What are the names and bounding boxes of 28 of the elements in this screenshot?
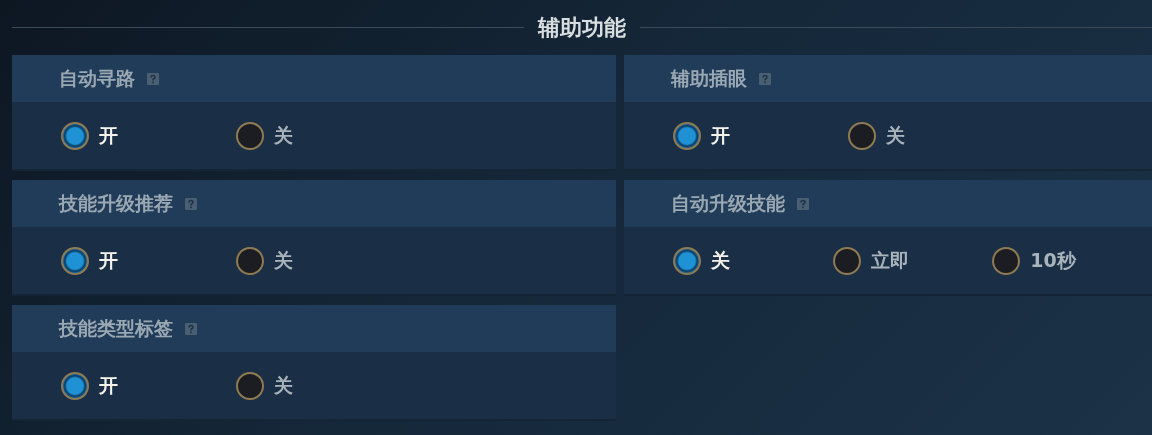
setting-label: 辅助插眼: [671, 66, 747, 92]
radio-button[interactable]: [236, 246, 264, 275]
radio-button[interactable]: [61, 121, 89, 150]
option-label[interactable]: 关: [274, 246, 293, 275]
option-label[interactable]: 开: [99, 371, 118, 400]
option-label[interactable]: 立即: [870, 246, 909, 275]
setting-label: 技能升级推荐: [59, 191, 173, 217]
radio-button[interactable]: [673, 246, 701, 275]
option-label[interactable]: 关: [886, 121, 905, 150]
setting-label: 自动寻路: [59, 66, 135, 92]
section-title: 辅助功能: [536, 14, 627, 42]
radio-button[interactable]: [673, 121, 701, 150]
option-label[interactable]: 开: [711, 121, 730, 150]
radio-button[interactable]: [236, 121, 264, 150]
option-label[interactable]: 关: [711, 246, 730, 275]
radio-button[interactable]: [832, 246, 861, 275]
option-label[interactable]: 关: [274, 371, 293, 400]
radio-button[interactable]: [61, 371, 89, 400]
radio-button[interactable]: [236, 371, 264, 400]
setting-label: 自动升级技能: [671, 191, 785, 217]
radio-button[interactable]: [61, 246, 89, 275]
radio-button[interactable]: [848, 121, 876, 150]
setting-label: 技能类型标签: [59, 316, 173, 342]
option-label[interactable]: 10秒: [1030, 246, 1076, 275]
option-label[interactable]: 关: [274, 121, 293, 150]
option-label[interactable]: 开: [99, 246, 118, 275]
radio-button[interactable]: [992, 246, 1021, 275]
option-label[interactable]: 开: [99, 121, 118, 150]
